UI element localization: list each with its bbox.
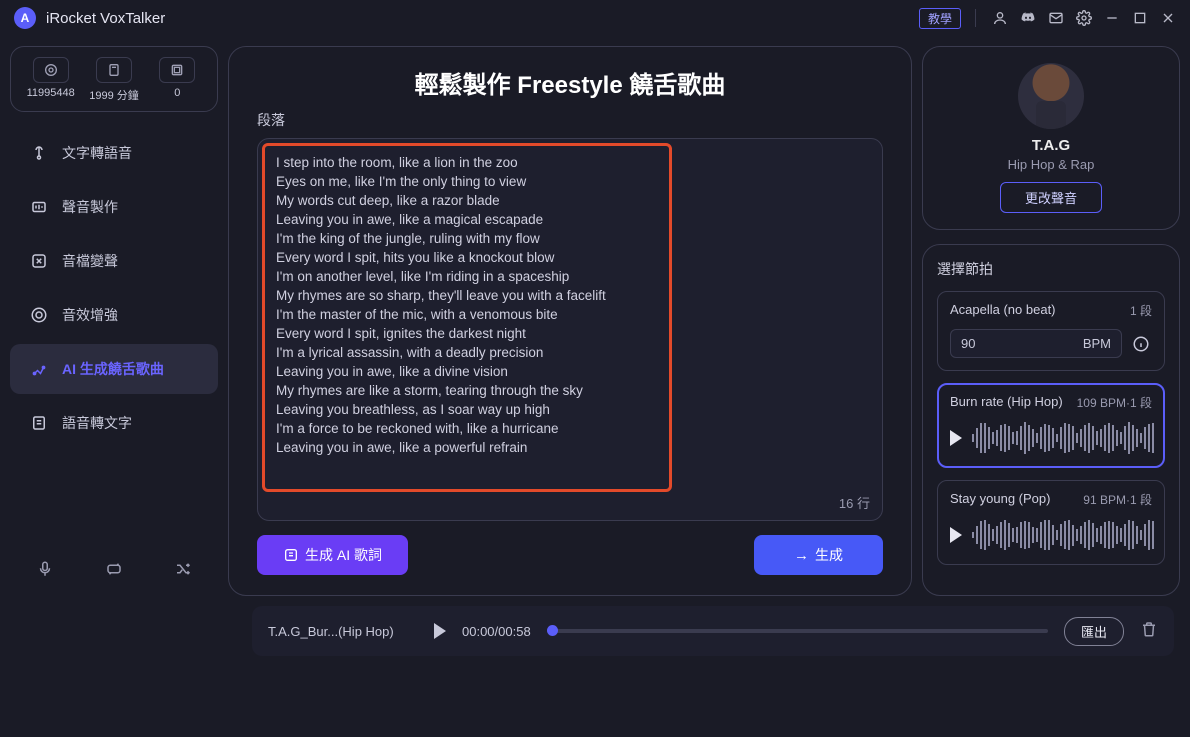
nav-label: AI 生成饒舌歌曲 — [62, 359, 164, 379]
maximize-icon[interactable] — [1127, 5, 1153, 31]
nav-voice-lab[interactable]: 聲音製作 — [10, 182, 218, 232]
voice-genre: Hip Hop & Rap — [939, 157, 1163, 172]
info-icon[interactable] — [1130, 333, 1152, 355]
stt-icon — [28, 412, 50, 434]
points-icon — [33, 57, 69, 83]
export-button[interactable]: 匯出 — [1064, 617, 1124, 646]
beat-item-burnrate[interactable]: Burn rate (Hip Hop) 109 BPM·1 段 — [937, 383, 1165, 468]
beats-title: 選擇節拍 — [937, 259, 1165, 279]
nav-rap[interactable]: AI 生成饒舌歌曲 — [10, 344, 218, 394]
arrow-right-icon: → — [794, 547, 809, 564]
section-label: 段落 — [257, 110, 883, 130]
nav-label: 音檔變聲 — [62, 251, 118, 271]
page-title: 輕鬆製作 Freestyle 饒舌歌曲 — [257, 65, 883, 100]
tutorial-button[interactable]: 教學 — [919, 8, 961, 29]
enhance-icon — [28, 304, 50, 326]
tts-icon — [28, 142, 50, 164]
avatar — [1018, 63, 1084, 129]
nav-label: 語音轉文字 — [62, 413, 132, 433]
play-button[interactable] — [434, 623, 446, 639]
nav-voice-change[interactable]: 音檔變聲 — [10, 236, 218, 286]
stat-minutes[interactable]: 1999 分鐘 — [82, 57, 145, 103]
beat-name: Stay young (Pop) — [950, 491, 1050, 508]
beat-name: Burn rate (Hip Hop) — [950, 394, 1063, 411]
user-icon[interactable] — [987, 5, 1013, 31]
nav-stt[interactable]: 語音轉文字 — [10, 398, 218, 448]
bpm-input[interactable]: 90 BPM — [950, 329, 1122, 358]
lyrics-content: I step into the room, like a lion in the… — [258, 139, 882, 463]
mail-icon[interactable] — [1043, 5, 1069, 31]
beats-card: 選擇節拍 Acapella (no beat) 1 段 90 BPM Burn … — [922, 244, 1180, 596]
rap-icon — [28, 358, 50, 380]
close-icon[interactable] — [1155, 5, 1181, 31]
progress-bar[interactable] — [547, 629, 1048, 633]
loop-icon[interactable] — [99, 554, 129, 584]
sidebar: 11995448 1999 分鐘 0 文字轉語音 聲音製作 — [10, 46, 218, 596]
player-bar: T.A.G_Bur...(Hip Hop) 00:00/00:58 匯出 — [252, 606, 1174, 656]
shuffle-icon[interactable] — [168, 554, 198, 584]
stat-projects[interactable]: 0 — [146, 57, 209, 103]
play-icon[interactable] — [950, 527, 962, 543]
nav-label: 聲音製作 — [62, 197, 118, 217]
nav-label: 文字轉語音 — [62, 143, 132, 163]
change-voice-button[interactable]: 更改聲音 — [1000, 182, 1102, 213]
app-name: iRocket VoxTalker — [46, 10, 165, 27]
waveform — [972, 518, 1154, 552]
line-count: 16 行 — [839, 493, 870, 512]
settings-icon[interactable] — [1071, 5, 1097, 31]
beat-meta: 109 BPM·1 段 — [1077, 394, 1152, 411]
discord-icon[interactable] — [1015, 5, 1041, 31]
trash-icon[interactable] — [1140, 620, 1158, 643]
beat-meta: 1 段 — [1130, 302, 1152, 319]
title-bar: A iRocket VoxTalker 教學 — [0, 0, 1190, 36]
beat-meta: 91 BPM·1 段 — [1083, 491, 1152, 508]
nav-tts[interactable]: 文字轉語音 — [10, 128, 218, 178]
beat-item-acapella[interactable]: Acapella (no beat) 1 段 90 BPM — [937, 291, 1165, 371]
stat-points[interactable]: 11995448 — [19, 57, 82, 103]
waveform — [972, 421, 1154, 455]
voice-change-icon — [28, 250, 50, 272]
center-panel: 輕鬆製作 Freestyle 饒舌歌曲 段落 I step into the r… — [228, 46, 912, 596]
stats-box: 11995448 1999 分鐘 0 — [10, 46, 218, 112]
minutes-icon — [96, 57, 132, 83]
voice-lab-icon — [28, 196, 50, 218]
play-icon[interactable] — [950, 430, 962, 446]
lyrics-textarea[interactable]: I step into the room, like a lion in the… — [257, 138, 883, 521]
track-name: T.A.G_Bur...(Hip Hop) — [268, 624, 418, 639]
voice-card: T.A.G Hip Hop & Rap 更改聲音 — [922, 46, 1180, 230]
app-logo-icon: A — [14, 7, 36, 29]
time-display: 00:00/00:58 — [462, 624, 531, 639]
ai-icon — [283, 547, 299, 563]
generate-button[interactable]: → 生成 — [754, 535, 883, 575]
nav-enhance[interactable]: 音效增強 — [10, 290, 218, 340]
generate-lyrics-button[interactable]: 生成 AI 歌詞 — [257, 535, 408, 575]
beat-item-stayyoung[interactable]: Stay young (Pop) 91 BPM·1 段 — [937, 480, 1165, 565]
projects-icon — [159, 57, 195, 83]
minimize-icon[interactable] — [1099, 5, 1125, 31]
nav-label: 音效增強 — [62, 305, 118, 325]
beat-name: Acapella (no beat) — [950, 302, 1056, 319]
mic-icon[interactable] — [30, 554, 60, 584]
voice-name: T.A.G — [939, 137, 1163, 154]
right-panel: T.A.G Hip Hop & Rap 更改聲音 選擇節拍 Acapella (… — [922, 46, 1180, 596]
